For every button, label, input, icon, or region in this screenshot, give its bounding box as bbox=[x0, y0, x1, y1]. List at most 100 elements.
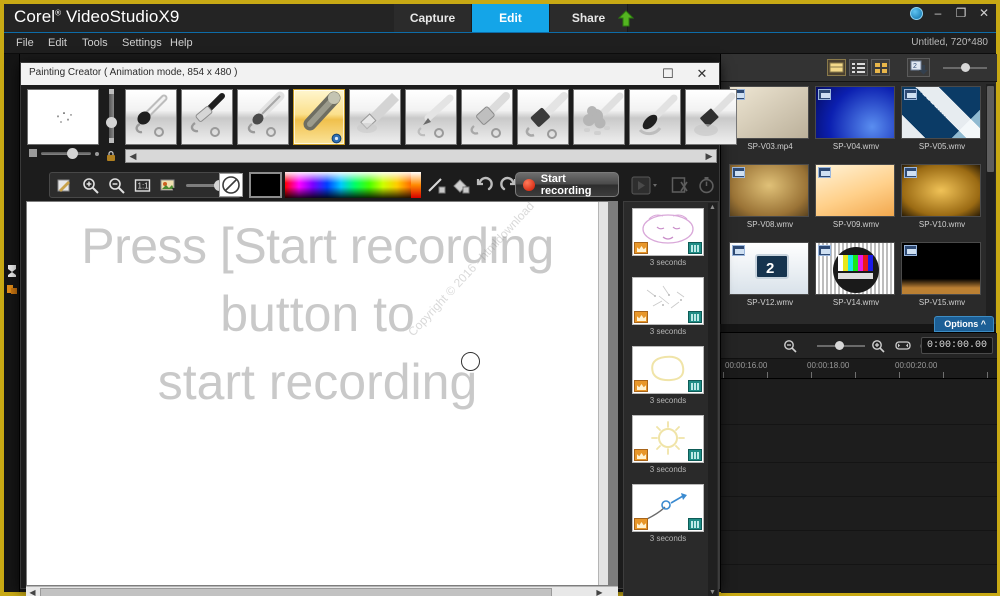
brush-settings-gear-icon[interactable] bbox=[499, 131, 510, 142]
import-media-icon[interactable]: 2 bbox=[907, 58, 930, 77]
library-thumbnail[interactable] bbox=[901, 164, 981, 217]
gallery-scroll-up-arrow[interactable]: ▲ bbox=[708, 203, 717, 212]
library-thumbnail[interactable] bbox=[815, 242, 895, 295]
brush-density-knob[interactable] bbox=[106, 117, 117, 128]
gallery-scroll-down-arrow[interactable]: ▼ bbox=[708, 588, 717, 596]
gallery-frame-thumbnail[interactable] bbox=[632, 484, 704, 532]
brush-scroll-right-arrow[interactable]: ▶ bbox=[702, 150, 716, 162]
brush-settings-gear-icon[interactable] bbox=[219, 131, 230, 142]
globe-icon[interactable] bbox=[910, 6, 923, 20]
brush-crayon[interactable] bbox=[293, 89, 345, 145]
timeline-ruler[interactable]: 00:00:16.00 00:00:18.00 00:00:20.00 bbox=[721, 359, 997, 379]
eyedropper-icon[interactable] bbox=[56, 177, 73, 194]
options-button[interactable]: Options ^ bbox=[934, 316, 994, 332]
library-zoom-knob[interactable] bbox=[961, 63, 970, 72]
canvas-scroll-thumb[interactable] bbox=[40, 588, 552, 596]
library-scroll-thumb[interactable] bbox=[987, 86, 994, 172]
brush-settings-gear-icon[interactable] bbox=[443, 131, 454, 142]
brush-settings-gear-icon[interactable] bbox=[331, 131, 342, 144]
gallery-frame[interactable]: 3 seconds bbox=[632, 346, 704, 407]
zoom-out-icon[interactable] bbox=[108, 177, 125, 194]
minimize-button[interactable]: – bbox=[930, 6, 946, 20]
library-thumbnail[interactable] bbox=[729, 164, 809, 217]
brush-calligraphy[interactable] bbox=[629, 89, 681, 145]
menu-help[interactable]: Help bbox=[166, 36, 197, 50]
brush-sponge[interactable] bbox=[573, 89, 625, 145]
library-thumbnail[interactable] bbox=[815, 86, 895, 139]
lock-icon[interactable] bbox=[105, 149, 117, 161]
actual-size-icon[interactable]: 1:1 bbox=[134, 177, 151, 194]
timeline-track-voice[interactable] bbox=[721, 497, 997, 531]
line-tool-icon[interactable] bbox=[427, 176, 446, 195]
canvas-horizontal-scrollbar[interactable]: ◀ ▶ bbox=[26, 586, 618, 596]
rail-media-icon[interactable] bbox=[6, 264, 18, 278]
brush-settings-gear-icon[interactable] bbox=[723, 131, 734, 142]
timeline-track-music[interactable] bbox=[721, 531, 997, 565]
view-thumbnail-button[interactable] bbox=[827, 59, 846, 76]
tab-capture[interactable]: Capture bbox=[394, 4, 472, 32]
library-item[interactable]: SP-V09.wmv bbox=[815, 164, 901, 242]
painting-canvas[interactable]: Press [Start recording button to start r… bbox=[27, 202, 608, 585]
duration-icon[interactable] bbox=[697, 176, 716, 195]
brush-spray-can[interactable] bbox=[461, 89, 513, 145]
library-thumbnail[interactable]: 2 bbox=[729, 242, 809, 295]
upload-arrow-icon[interactable] bbox=[617, 10, 635, 27]
brush-settings-gear-icon[interactable] bbox=[275, 131, 286, 142]
timeline-tracks[interactable] bbox=[721, 379, 997, 593]
library-item[interactable]: SP-V08.wmv bbox=[729, 164, 815, 242]
view-list-button[interactable] bbox=[849, 59, 868, 76]
canvas-scroll-left-arrow[interactable]: ◀ bbox=[26, 586, 39, 596]
library-item[interactable]: SP-V15.wmv bbox=[901, 242, 987, 320]
snapshot-icon[interactable] bbox=[671, 176, 690, 195]
brush-wide-marker[interactable] bbox=[517, 89, 569, 145]
library-thumbnail[interactable] bbox=[901, 242, 981, 295]
play-icon[interactable] bbox=[631, 176, 661, 195]
tab-edit[interactable]: Edit bbox=[472, 4, 550, 32]
brush-settings-gear-icon[interactable] bbox=[667, 131, 678, 142]
gallery-frame[interactable]: 3 seconds bbox=[632, 415, 704, 476]
gallery-frame-thumbnail[interactable] bbox=[632, 277, 704, 325]
gallery-frame-thumbnail[interactable] bbox=[632, 346, 704, 394]
brush-flat-brush[interactable] bbox=[685, 89, 737, 145]
library-item[interactable]: SP-V05.wmv bbox=[901, 86, 987, 164]
timeline-zoom-slider[interactable] bbox=[817, 341, 865, 350]
library-item[interactable]: SP-V10.wmv bbox=[901, 164, 987, 242]
color-palette-edge[interactable] bbox=[411, 172, 421, 198]
brush-marker-pen[interactable] bbox=[237, 89, 289, 145]
brush-paintbrush[interactable] bbox=[125, 89, 177, 145]
brush-size-knob[interactable] bbox=[67, 148, 78, 159]
gallery-scrollbar[interactable]: ▲ ▼ bbox=[708, 203, 717, 596]
brush-airbrush[interactable] bbox=[181, 89, 233, 145]
canvas-scroll-right-arrow[interactable]: ▶ bbox=[593, 586, 606, 596]
library-item[interactable]: SP-V04.wmv bbox=[815, 86, 901, 164]
library-item[interactable]: SP-V14.wmv bbox=[815, 242, 901, 320]
zoom-in-icon[interactable] bbox=[82, 177, 99, 194]
brush-scroll-left-arrow[interactable]: ◀ bbox=[126, 150, 140, 162]
timeline-zoom-out-icon[interactable] bbox=[783, 339, 797, 358]
brush-chalk[interactable] bbox=[349, 89, 401, 145]
gallery-frame[interactable]: 3 seconds bbox=[632, 484, 704, 545]
gallery-frame[interactable]: 3 seconds bbox=[632, 277, 704, 338]
timeline-track-video[interactable] bbox=[721, 379, 997, 425]
gallery-frame[interactable]: 3 seconds bbox=[632, 208, 704, 269]
timeline-track-overlay[interactable] bbox=[721, 425, 997, 463]
library-thumbnail[interactable] bbox=[815, 164, 895, 217]
close-button[interactable]: ✕ bbox=[976, 6, 992, 20]
library-thumbnail[interactable] bbox=[901, 86, 981, 139]
timeline-zoom-knob[interactable] bbox=[835, 341, 844, 350]
timeline-zoom-in-icon[interactable] bbox=[871, 339, 885, 358]
color-palette[interactable] bbox=[285, 172, 411, 198]
timeline-track-title[interactable] bbox=[721, 463, 997, 497]
library-zoom-slider[interactable] bbox=[943, 63, 987, 72]
dialog-close-button[interactable]: ✕ bbox=[685, 63, 719, 85]
start-recording-button[interactable]: Start recording bbox=[515, 172, 619, 197]
background-image-icon[interactable] bbox=[160, 177, 177, 194]
fit-project-icon[interactable] bbox=[895, 339, 911, 357]
menu-edit[interactable]: Edit bbox=[44, 36, 71, 50]
menu-settings[interactable]: Settings bbox=[118, 36, 166, 50]
library-item[interactable]: SP-V03.mp4 bbox=[729, 86, 815, 164]
restore-button[interactable]: ❐ bbox=[953, 6, 969, 20]
brush-settings-gear-icon[interactable] bbox=[163, 131, 174, 142]
canvas-vertical-scrollbar[interactable] bbox=[598, 202, 608, 585]
menu-file[interactable]: File bbox=[12, 36, 38, 50]
